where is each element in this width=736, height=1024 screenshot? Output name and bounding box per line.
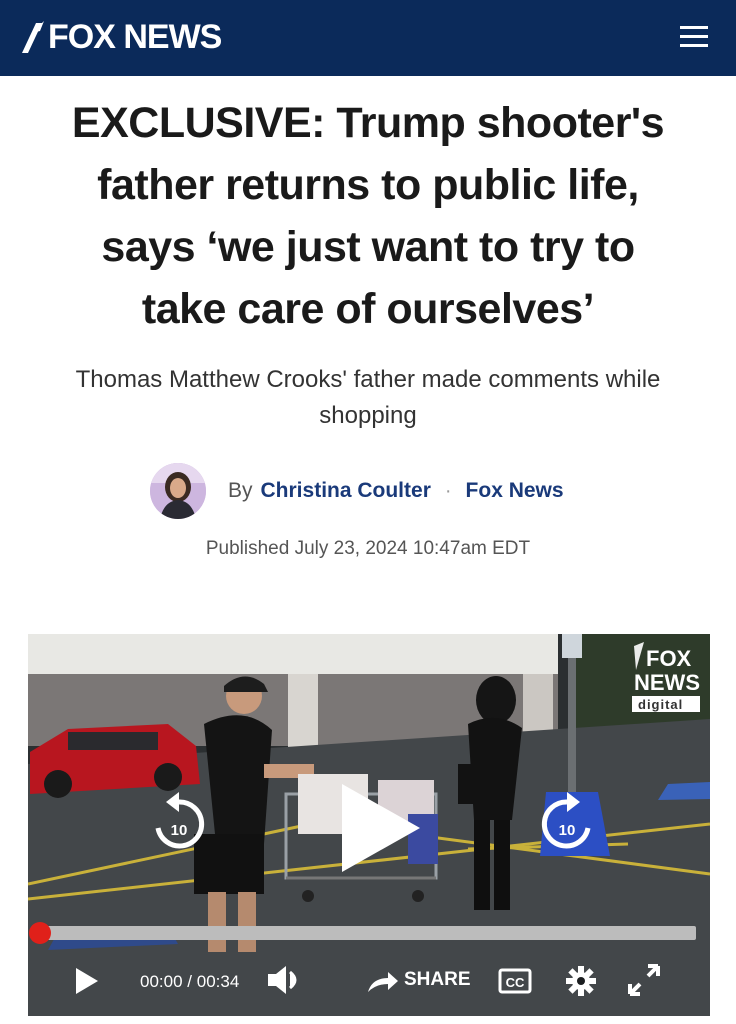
watermark-fox-text: FOX (646, 646, 692, 671)
replay-10-icon[interactable]: 10 (150, 792, 208, 854)
top-nav-bar: FOX NEWS (0, 0, 736, 76)
volume-icon[interactable] (266, 964, 306, 996)
author-link[interactable]: Christina Coulter (261, 479, 431, 503)
author-photo-icon (150, 463, 206, 519)
forward-10-label: 10 (559, 822, 576, 839)
cc-icon[interactable]: CC (498, 968, 532, 994)
menu-button[interactable] (680, 22, 710, 52)
fox-news-logo[interactable]: FOX NEWS (20, 14, 222, 60)
current-time: 00:00 (140, 972, 183, 991)
settings-icon[interactable] (566, 966, 596, 996)
author-avatar[interactable] (150, 463, 206, 519)
fullscreen-icon[interactable] (626, 962, 662, 998)
time-separator: / (187, 972, 193, 991)
subhead-line: shopping (319, 402, 417, 429)
share-icon[interactable] (366, 970, 400, 994)
watermark-news-text: NEWS (634, 670, 700, 695)
headline-line: take care of ourselves’ (141, 285, 595, 333)
fox-news-digital-logo-icon: FOX NEWS digital (632, 642, 700, 712)
replay-10-label: 10 (171, 822, 188, 839)
fox-news-digital-watermark: FOX NEWS digital (630, 640, 702, 716)
published-date: Published July 23, 2024 10:47am EDT (205, 538, 531, 559)
duration: 00:34 (196, 972, 240, 991)
share-button[interactable]: SHARE (404, 969, 471, 991)
play-icon[interactable] (334, 780, 424, 876)
progress-bar[interactable] (40, 926, 696, 940)
outlet-link[interactable]: Fox News (466, 479, 564, 503)
article-subheadline: Thomas Matthew Crooks' father made comme… (20, 362, 716, 434)
by-label: By (228, 479, 253, 502)
cc-label: CC (506, 975, 525, 990)
article-headline: EXCLUSIVE: Trump shooter's father return… (20, 92, 716, 340)
byline: By Christina Coulter · Fox News (150, 460, 630, 522)
watermark-digital-text: digital (638, 697, 683, 712)
menu-icon (680, 26, 708, 29)
forward-10-icon[interactable]: 10 (538, 792, 596, 854)
progress-scrubber[interactable] (29, 922, 51, 944)
small-play-button[interactable] (76, 968, 98, 994)
headline-line: EXCLUSIVE: Trump shooter's (71, 99, 665, 147)
logo-text: FOX NEWS (48, 17, 222, 56)
headline-line: father returns to public life, (97, 161, 639, 209)
time-display: 00:00 / 00:34 (140, 972, 239, 992)
subhead-line: Thomas Matthew Crooks' father made comme… (75, 366, 661, 393)
video-player[interactable]: FOX NEWS digital 10 10 00:00 / 00:34 SHA… (28, 634, 710, 1016)
fox-logo-mark-icon (22, 21, 44, 53)
byline-separator: · (444, 479, 452, 502)
headline-line: says ‘we just want to try to (101, 223, 635, 271)
